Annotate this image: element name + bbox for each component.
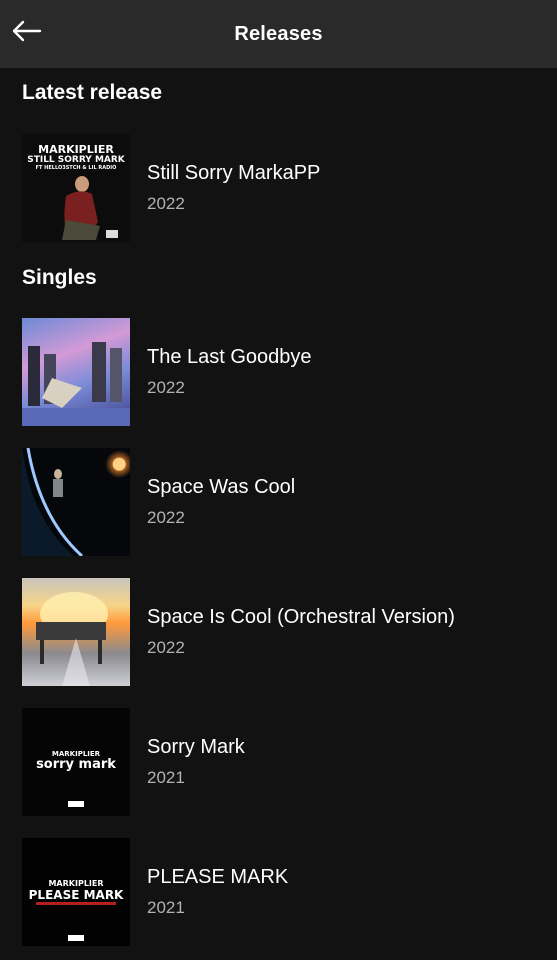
release-title: Space Was Cool xyxy=(147,476,296,498)
release-row[interactable]: The Last Goodbye 2022 xyxy=(0,318,557,428)
back-button[interactable] xyxy=(10,14,44,48)
release-row[interactable]: Space Was Cool 2022 xyxy=(0,448,557,558)
cover-accent-stripe xyxy=(36,902,116,905)
cover-figure xyxy=(62,176,118,240)
release-year: 2022 xyxy=(147,508,185,527)
release-row[interactable]: MARKIPLIER STILL SORRY MARK FT HELLO3STC… xyxy=(0,134,557,244)
cover-text: PLEASE MARK xyxy=(28,888,124,902)
release-row[interactable]: Space Is Cool (Orchestral Version) 2022 xyxy=(0,578,557,688)
album-art: MARKIPLIER sorry mark xyxy=(22,708,130,816)
top-bar: Releases xyxy=(0,0,557,68)
album-art: MARKIPLIER STILL SORRY MARK FT HELLO3STC… xyxy=(22,134,130,242)
release-year: 2021 xyxy=(147,898,185,917)
album-art xyxy=(22,448,130,556)
cover-figure xyxy=(22,448,84,556)
release-title: Still Sorry MarkaPP xyxy=(147,162,321,184)
release-title: The Last Goodbye xyxy=(147,346,312,368)
cover-text: MARKIPLIER xyxy=(48,879,104,888)
album-art: MARKIPLIER PLEASE MARK xyxy=(22,838,130,946)
cover-figure xyxy=(36,592,108,686)
latest-release-heading: Latest release xyxy=(22,81,163,104)
page-title: Releases xyxy=(234,22,323,45)
arrow-left-icon xyxy=(12,20,42,42)
release-year: 2022 xyxy=(147,194,185,213)
release-year: 2022 xyxy=(147,378,185,397)
parental-advisory-icon xyxy=(67,934,85,942)
release-title: PLEASE MARK xyxy=(147,866,289,888)
release-row[interactable]: MARKIPLIER PLEASE MARK PLEASE MARK 2021 xyxy=(0,838,557,948)
release-year: 2022 xyxy=(147,638,185,657)
release-title: Sorry Mark xyxy=(147,736,245,758)
release-row[interactable]: MARKIPLIER sorry mark Sorry Mark 2021 xyxy=(0,708,557,818)
cover-figure xyxy=(22,342,130,426)
album-art xyxy=(22,318,130,426)
release-year: 2021 xyxy=(147,768,185,787)
parental-advisory-icon xyxy=(67,800,85,808)
singles-heading: Singles xyxy=(22,266,97,289)
cover-text: sorry mark xyxy=(36,757,116,772)
release-title: Space Is Cool (Orchestral Version) xyxy=(147,606,455,628)
album-art xyxy=(22,578,130,686)
